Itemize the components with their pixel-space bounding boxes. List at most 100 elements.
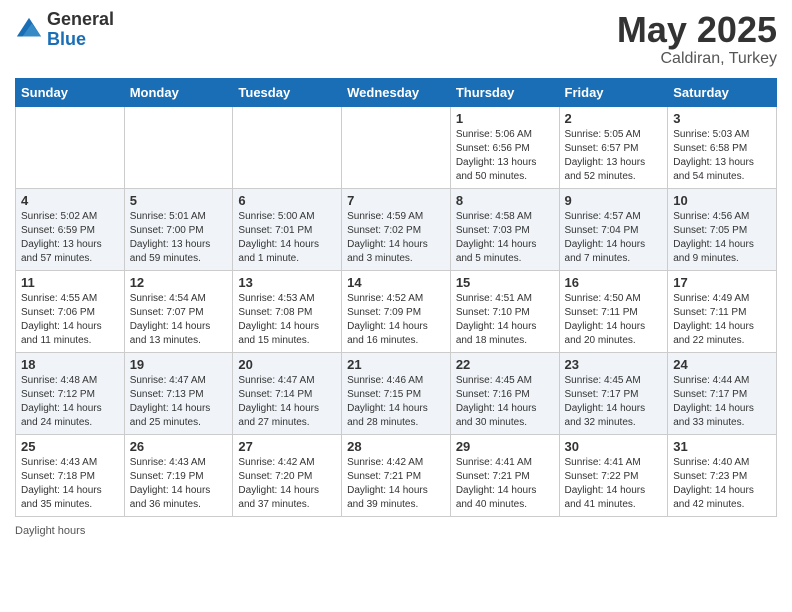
- calendar-cell: 22Sunrise: 4:45 AM Sunset: 7:16 PM Dayli…: [450, 352, 559, 434]
- day-number: 5: [130, 193, 228, 208]
- day-detail: Sunrise: 4:44 AM Sunset: 7:17 PM Dayligh…: [673, 374, 771, 430]
- calendar-cell: 4 Sunrise: 5:02 AM Sunset: 6:59 PM Daylig…: [16, 188, 125, 270]
- day-detail: Sunrise: 4:41 AM Sunset: 7:22 PM Dayligh…: [565, 456, 663, 512]
- calendar-cell: [124, 106, 233, 188]
- day-number: 3: [673, 111, 771, 126]
- day-detail: Sunrise: 4:42 AM Sunset: 7:21 PM Dayligh…: [347, 456, 445, 512]
- calendar-cell: [342, 106, 451, 188]
- day-detail: Sunrise: 4:45 AM Sunset: 7:16 PM Dayligh…: [456, 374, 554, 430]
- day-detail: Sunrise: 4:40 AM Sunset: 7:23 PM Dayligh…: [673, 456, 771, 512]
- day-detail: Sunrise: 4:41 AM Sunset: 7:21 PM Dayligh…: [456, 456, 554, 512]
- day-detail: Sunrise: 4:58 AM Sunset: 7:03 PM Dayligh…: [456, 210, 554, 266]
- day-number: 21: [347, 357, 445, 372]
- day-detail: Sunrise: 4:48 AM Sunset: 7:12 PM Dayligh…: [21, 374, 119, 430]
- calendar-week-row: 18 Sunrise: 4:48 AM Sunset: 7:12 PM Dayli…: [16, 352, 777, 434]
- logo: General Blue: [15, 10, 114, 50]
- day-number: 13: [238, 275, 336, 290]
- day-detail: Sunrise: 4:42 AM Sunset: 7:20 PM Dayligh…: [238, 456, 336, 512]
- daylight-label: Daylight hours: [15, 525, 85, 537]
- logo-text: General Blue: [47, 10, 114, 50]
- calendar-cell: 17Sunrise: 4:49 AM Sunset: 7:11 PM Dayli…: [668, 270, 777, 352]
- calendar-table: SundayMondayTuesdayWednesdayThursdayFrid…: [15, 78, 777, 517]
- day-number: 8: [456, 193, 554, 208]
- calendar-cell: 29Sunrise: 4:41 AM Sunset: 7:21 PM Dayli…: [450, 434, 559, 516]
- day-number: 26: [130, 439, 228, 454]
- day-number: 10: [673, 193, 771, 208]
- day-number: 14: [347, 275, 445, 290]
- day-number: 31: [673, 439, 771, 454]
- calendar-cell: 1 Sunrise: 5:06 AM Sunset: 6:56 PM Daylig…: [450, 106, 559, 188]
- calendar-cell: 31 Sunrise: 4:40 AM Sunset: 7:23 PM Dayli…: [668, 434, 777, 516]
- calendar-cell: 19 Sunrise: 4:47 AM Sunset: 7:13 PM Dayli…: [124, 352, 233, 434]
- day-detail: Sunrise: 5:06 AM Sunset: 6:56 PM Dayligh…: [456, 128, 554, 184]
- day-detail: Sunrise: 4:47 AM Sunset: 7:14 PM Dayligh…: [238, 374, 336, 430]
- day-number: 1: [456, 111, 554, 126]
- col-header-sunday: Sunday: [16, 78, 125, 106]
- day-detail: Sunrise: 4:52 AM Sunset: 7:09 PM Dayligh…: [347, 292, 445, 348]
- day-detail: Sunrise: 4:46 AM Sunset: 7:15 PM Dayligh…: [347, 374, 445, 430]
- day-detail: Sunrise: 4:56 AM Sunset: 7:05 PM Dayligh…: [673, 210, 771, 266]
- day-detail: Sunrise: 4:54 AM Sunset: 7:07 PM Dayligh…: [130, 292, 228, 348]
- logo-blue: Blue: [47, 30, 114, 50]
- calendar-header-row: SundayMondayTuesdayWednesdayThursdayFrid…: [16, 78, 777, 106]
- calendar-cell: 27 Sunrise: 4:42 AM Sunset: 7:20 PM Dayli…: [233, 434, 342, 516]
- calendar-cell: 3Sunrise: 5:03 AM Sunset: 6:58 PM Daylig…: [668, 106, 777, 188]
- day-number: 19: [130, 357, 228, 372]
- col-header-tuesday: Tuesday: [233, 78, 342, 106]
- day-detail: Sunrise: 4:47 AM Sunset: 7:13 PM Dayligh…: [130, 374, 228, 430]
- day-detail: Sunrise: 4:55 AM Sunset: 7:06 PM Dayligh…: [21, 292, 119, 348]
- title-block: May 2025 Caldiran, Turkey: [617, 10, 777, 68]
- day-number: 18: [21, 357, 119, 372]
- calendar-cell: 26Sunrise: 4:43 AM Sunset: 7:19 PM Dayli…: [124, 434, 233, 516]
- day-number: 7: [347, 193, 445, 208]
- logo-icon: [15, 16, 43, 44]
- calendar-week-row: 4 Sunrise: 5:02 AM Sunset: 6:59 PM Daylig…: [16, 188, 777, 270]
- title-month: May 2025: [617, 10, 777, 50]
- calendar-week-row: 11 Sunrise: 4:55 AM Sunset: 7:06 PM Dayli…: [16, 270, 777, 352]
- day-number: 20: [238, 357, 336, 372]
- calendar-cell: [233, 106, 342, 188]
- day-detail: Sunrise: 5:01 AM Sunset: 7:00 PM Dayligh…: [130, 210, 228, 266]
- day-number: 4: [21, 193, 119, 208]
- day-number: 23: [565, 357, 663, 372]
- calendar-cell: 13 Sunrise: 4:53 AM Sunset: 7:08 PM Dayli…: [233, 270, 342, 352]
- day-number: 24: [673, 357, 771, 372]
- footer: Daylight hours: [15, 525, 777, 537]
- day-number: 11: [21, 275, 119, 290]
- col-header-thursday: Thursday: [450, 78, 559, 106]
- calendar-cell: 7 Sunrise: 4:59 AM Sunset: 7:02 PM Daylig…: [342, 188, 451, 270]
- calendar-cell: 18 Sunrise: 4:48 AM Sunset: 7:12 PM Dayli…: [16, 352, 125, 434]
- calendar-cell: 9 Sunrise: 4:57 AM Sunset: 7:04 PM Daylig…: [559, 188, 668, 270]
- logo-general: General: [47, 10, 114, 30]
- day-number: 9: [565, 193, 663, 208]
- day-detail: Sunrise: 5:02 AM Sunset: 6:59 PM Dayligh…: [21, 210, 119, 266]
- day-detail: Sunrise: 4:57 AM Sunset: 7:04 PM Dayligh…: [565, 210, 663, 266]
- day-number: 27: [238, 439, 336, 454]
- day-number: 30: [565, 439, 663, 454]
- calendar-cell: [16, 106, 125, 188]
- title-location: Caldiran, Turkey: [617, 50, 777, 68]
- calendar-cell: 12 Sunrise: 4:54 AM Sunset: 7:07 PM Dayli…: [124, 270, 233, 352]
- calendar-cell: 16Sunrise: 4:50 AM Sunset: 7:11 PM Dayli…: [559, 270, 668, 352]
- day-detail: Sunrise: 4:59 AM Sunset: 7:02 PM Dayligh…: [347, 210, 445, 266]
- calendar-cell: 11 Sunrise: 4:55 AM Sunset: 7:06 PM Dayli…: [16, 270, 125, 352]
- col-header-wednesday: Wednesday: [342, 78, 451, 106]
- calendar-cell: 21 Sunrise: 4:46 AM Sunset: 7:15 PM Dayli…: [342, 352, 451, 434]
- day-detail: Sunrise: 4:50 AM Sunset: 7:11 PM Dayligh…: [565, 292, 663, 348]
- calendar-cell: 30 Sunrise: 4:41 AM Sunset: 7:22 PM Dayli…: [559, 434, 668, 516]
- calendar-cell: 24 Sunrise: 4:44 AM Sunset: 7:17 PM Dayli…: [668, 352, 777, 434]
- calendar-cell: 6Sunrise: 5:00 AM Sunset: 7:01 PM Daylig…: [233, 188, 342, 270]
- calendar-cell: 25Sunrise: 4:43 AM Sunset: 7:18 PM Dayli…: [16, 434, 125, 516]
- page-header: General Blue May 2025 Caldiran, Turkey: [15, 10, 777, 68]
- calendar-week-row: 1 Sunrise: 5:06 AM Sunset: 6:56 PM Daylig…: [16, 106, 777, 188]
- day-number: 2: [565, 111, 663, 126]
- col-header-monday: Monday: [124, 78, 233, 106]
- day-number: 17: [673, 275, 771, 290]
- day-detail: Sunrise: 4:51 AM Sunset: 7:10 PM Dayligh…: [456, 292, 554, 348]
- day-detail: Sunrise: 5:05 AM Sunset: 6:57 PM Dayligh…: [565, 128, 663, 184]
- day-number: 6: [238, 193, 336, 208]
- day-number: 15: [456, 275, 554, 290]
- day-detail: Sunrise: 4:53 AM Sunset: 7:08 PM Dayligh…: [238, 292, 336, 348]
- day-number: 12: [130, 275, 228, 290]
- calendar-cell: 5 Sunrise: 5:01 AM Sunset: 7:00 PM Daylig…: [124, 188, 233, 270]
